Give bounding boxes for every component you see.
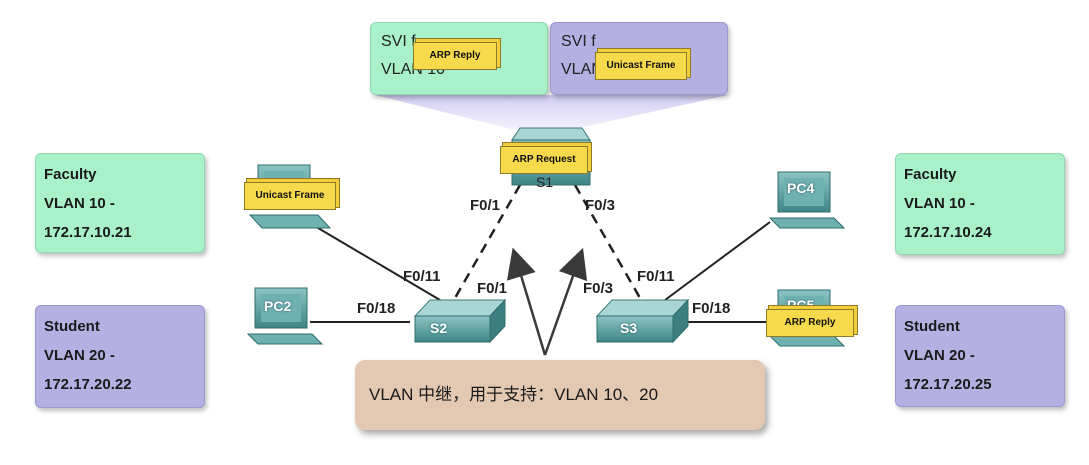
port-s3-pc5: F0/18: [692, 300, 731, 317]
pc5-vlan: VLAN 20 -: [904, 347, 975, 364]
pc4-device-label: PC4: [787, 180, 815, 196]
pc4-label: Faculty: [904, 166, 957, 183]
arp-reply-top-text: ARP Reply: [429, 50, 481, 61]
s1-label: S1: [536, 174, 554, 190]
svi-projection: [375, 95, 728, 130]
pc1-info-box: Faculty VLAN 10 - 172.17.10.21: [35, 153, 205, 253]
link-pc4-s3: [664, 221, 771, 301]
pc1-ip: 172.17.10.21: [44, 224, 132, 241]
pc4-info-box: Faculty VLAN 10 - 172.17.10.24: [895, 153, 1065, 255]
switch-s3[interactable]: [595, 298, 690, 344]
pc2-device-label: PC2: [264, 298, 292, 314]
trunk-label-text: VLAN 中继，用于支持：VLAN 10、20: [369, 385, 659, 404]
port-s3-up: F0/3: [583, 280, 614, 297]
s3-label: S3: [620, 320, 638, 336]
arrow-to-trunk-left: [506, 247, 547, 356]
switch-s2[interactable]: [413, 298, 507, 344]
port-s1-right: F0/3: [585, 197, 616, 214]
arp-reply-envelope-top: ARP Reply: [413, 42, 497, 70]
pc2-info-box: Student VLAN 20 - 172.17.20.22: [35, 305, 205, 408]
unicast-top-text: Unicast Frame: [606, 60, 676, 71]
pc2-ip: 172.17.20.22: [44, 376, 132, 393]
arrow-to-trunk-right: [543, 247, 588, 356]
port-s2-pc1: F0/11: [403, 268, 441, 285]
pc5-label: Student: [904, 318, 960, 335]
arp-reply-pc5-text: ARP Reply: [784, 317, 836, 328]
port-s3-pc4: F0/11: [637, 268, 675, 285]
pc4-ip: 172.17.10.24: [904, 224, 992, 241]
port-s2-pc2: F0/18: [357, 300, 396, 317]
arp-request-text: ARP Request: [512, 154, 576, 165]
arp-reply-envelope-pc5: ARP Reply: [766, 309, 854, 337]
link-pc1-s2: [317, 227, 441, 301]
arp-request-envelope: ARP Request: [500, 146, 588, 174]
pc4-vlan: VLAN 10 -: [904, 195, 975, 212]
unicast-pc1-text: Unicast Frame: [255, 190, 325, 201]
trunk-label-box: VLAN 中继，用于支持：VLAN 10、20: [355, 360, 765, 430]
pc2-vlan: VLAN 20 -: [44, 347, 115, 364]
pc1-vlan: VLAN 10 -: [44, 195, 115, 212]
pc2-computer[interactable]: [246, 287, 324, 345]
pc5-info-box: Student VLAN 20 - 172.17.20.25: [895, 305, 1065, 407]
unicast-envelope-top: Unicast Frame: [595, 52, 687, 80]
pc2-label: Student: [44, 318, 100, 335]
port-s1-left: F0/1: [470, 197, 501, 214]
pc5-ip: 172.17.20.25: [904, 376, 992, 393]
unicast-envelope-pc1: Unicast Frame: [244, 182, 336, 210]
s2-label: S2: [430, 320, 448, 336]
port-s2-up: F0/1: [477, 280, 508, 297]
pc1-label: Faculty: [44, 166, 97, 183]
